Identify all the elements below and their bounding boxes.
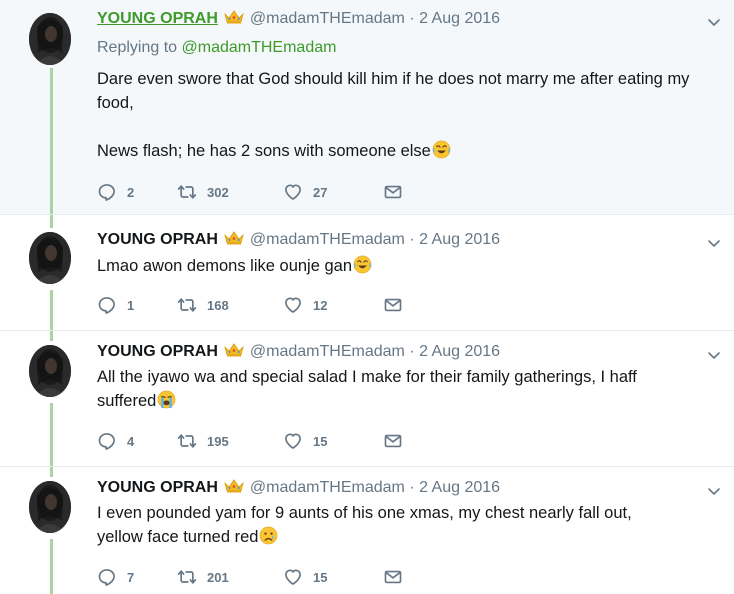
tweet-1[interactable]: YOUNG OPRAH @madamTHEmadam · 2 Aug 2016 … — [0, 0, 734, 214]
reply-button[interactable]: 2 — [97, 182, 177, 202]
tweet-text-line: I even pounded yam for 9 aunts of his on… — [97, 504, 632, 546]
retweet-icon — [177, 567, 197, 587]
mail-icon — [383, 431, 403, 451]
like-button[interactable]: 15 — [283, 431, 383, 451]
thread-line — [50, 68, 53, 214]
retweet-icon — [177, 295, 197, 315]
chevron-down-icon[interactable] — [706, 483, 722, 499]
reply-icon — [97, 182, 117, 202]
tweet-4[interactable]: YOUNG OPRAH @madamTHEmadam · 2 Aug 2016 … — [0, 466, 734, 594]
tweet-header: YOUNG OPRAH @madamTHEmadam · 2 Aug 2016 — [97, 9, 500, 28]
reply-count: 4 — [127, 433, 135, 449]
like-button[interactable]: 27 — [283, 182, 383, 202]
tweet-actions: 1 168 12 — [97, 295, 403, 315]
display-name[interactable]: YOUNG OPRAH — [97, 343, 218, 361]
retweet-button[interactable]: 201 — [177, 567, 283, 587]
thread-line — [50, 403, 53, 467]
tweet-actions: 4 195 15 — [97, 431, 403, 451]
chevron-down-icon[interactable] — [706, 347, 722, 363]
heart-icon — [283, 431, 303, 451]
handle-date[interactable]: @madamTHEmadam · 2 Aug 2016 — [250, 479, 500, 497]
tweet-text-line: All the iyawo wa and special salad I mak… — [97, 368, 637, 410]
display-name[interactable]: YOUNG OPRAH — [97, 10, 218, 28]
chevron-down-icon[interactable] — [706, 235, 722, 251]
tweet-text: All the iyawo wa and special salad I mak… — [97, 365, 682, 413]
avatar[interactable] — [29, 345, 71, 397]
reply-icon — [97, 295, 117, 315]
retweet-count: 195 — [207, 433, 229, 449]
retweet-button[interactable]: 168 — [177, 295, 283, 315]
like-count: 15 — [313, 433, 328, 449]
tweet-text: Lmao awon demons like ounje gan — [97, 254, 697, 278]
tweet-header: YOUNG OPRAH @madamTHEmadam · 2 Aug 2016 — [97, 342, 500, 361]
display-name[interactable]: YOUNG OPRAH — [97, 231, 218, 249]
like-count: 12 — [313, 297, 328, 313]
tweet-text: I even pounded yam for 9 aunts of his on… — [97, 501, 682, 549]
direct-message-button[interactable] — [383, 295, 403, 315]
handle-date[interactable]: @madamTHEmadam · 2 Aug 2016 — [250, 231, 500, 249]
retweet-count: 201 — [207, 569, 229, 585]
heart-icon — [283, 567, 303, 587]
like-count: 15 — [313, 569, 328, 585]
tweet-text-line: Lmao awon demons like ounje gan — [97, 257, 353, 275]
avatar[interactable] — [29, 232, 71, 284]
direct-message-button[interactable] — [383, 567, 403, 587]
mail-icon — [383, 182, 403, 202]
tweet-actions: 2 302 27 — [97, 182, 403, 202]
tweet-header: YOUNG OPRAH @madamTHEmadam · 2 Aug 2016 — [97, 230, 500, 249]
replying-to: Replying to @madamTHEmadam — [97, 39, 336, 57]
handle-date[interactable]: @madamTHEmadam · 2 Aug 2016 — [250, 10, 500, 28]
replying-to-handle[interactable]: @madamTHEmadam — [182, 39, 337, 56]
reply-button[interactable]: 7 — [97, 567, 177, 587]
reply-button[interactable]: 4 — [97, 431, 177, 451]
thread-line — [50, 467, 53, 477]
tweet-text-line: Dare even swore that God should kill him… — [97, 70, 690, 112]
tweet-3[interactable]: YOUNG OPRAH @madamTHEmadam · 2 Aug 2016 … — [0, 330, 734, 467]
like-button[interactable]: 15 — [283, 567, 383, 587]
tweet-text-line: News flash; he has 2 sons with someone e… — [97, 142, 431, 160]
avatar[interactable] — [29, 13, 71, 65]
retweet-button[interactable]: 195 — [177, 431, 283, 451]
display-name[interactable]: YOUNG OPRAH — [97, 479, 218, 497]
thread-line — [50, 331, 53, 341]
like-count: 27 — [313, 184, 328, 200]
tears-of-joy-emoji-icon — [432, 140, 451, 159]
tears-of-joy-emoji-icon — [353, 255, 372, 274]
reply-count: 2 — [127, 184, 135, 200]
replying-to-label: Replying to — [97, 39, 178, 56]
tweet-header: YOUNG OPRAH @madamTHEmadam · 2 Aug 2016 — [97, 478, 500, 497]
retweet-button[interactable]: 302 — [177, 182, 283, 202]
retweet-icon — [177, 431, 197, 451]
crown-icon — [224, 10, 244, 24]
mail-icon — [383, 567, 403, 587]
avatar[interactable] — [29, 481, 71, 533]
crown-icon — [224, 231, 244, 245]
thread-line — [50, 539, 53, 594]
loudly-crying-emoji-icon — [157, 390, 176, 409]
chevron-down-icon[interactable] — [706, 14, 722, 30]
reply-icon — [97, 431, 117, 451]
retweet-icon — [177, 182, 197, 202]
mail-icon — [383, 295, 403, 315]
retweet-count: 302 — [207, 184, 229, 200]
reply-count: 7 — [127, 569, 135, 585]
crown-icon — [224, 479, 244, 493]
handle-date[interactable]: @madamTHEmadam · 2 Aug 2016 — [250, 343, 500, 361]
tweet-text: Dare even swore that God should kill him… — [97, 67, 697, 163]
tweet-2[interactable]: YOUNG OPRAH @madamTHEmadam · 2 Aug 2016 … — [0, 214, 734, 331]
reply-button[interactable]: 1 — [97, 295, 177, 315]
reply-icon — [97, 567, 117, 587]
reply-count: 1 — [127, 297, 135, 313]
crying-emoji-icon — [259, 526, 278, 545]
tweet-actions: 7 201 15 — [97, 567, 403, 587]
heart-icon — [283, 295, 303, 315]
thread-line — [50, 290, 53, 331]
like-button[interactable]: 12 — [283, 295, 383, 315]
direct-message-button[interactable] — [383, 182, 403, 202]
direct-message-button[interactable] — [383, 431, 403, 451]
heart-icon — [283, 182, 303, 202]
retweet-count: 168 — [207, 297, 229, 313]
crown-icon — [224, 343, 244, 357]
thread-line — [50, 215, 53, 228]
